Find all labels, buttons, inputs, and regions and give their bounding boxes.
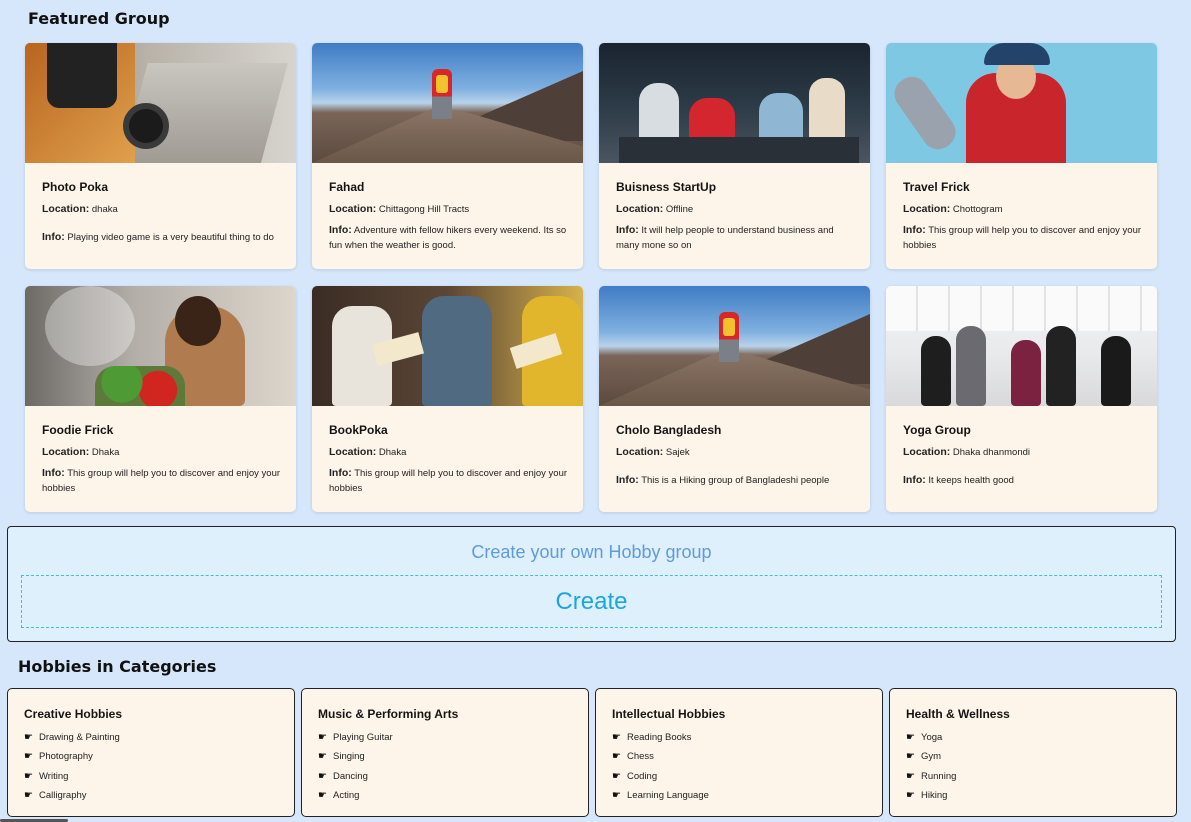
- group-card-buisness-startup[interactable]: Buisness StartUp Location: Offline Info:…: [599, 43, 870, 269]
- create-group-button[interactable]: Create: [21, 575, 1162, 628]
- group-info: Info: This group will help you to discov…: [329, 467, 568, 494]
- pointing-hand-icon: ☛: [906, 770, 915, 782]
- group-name: Buisness StartUp: [616, 180, 717, 194]
- group-name: BookPoka: [329, 423, 388, 437]
- pointing-hand-icon: ☛: [612, 790, 621, 802]
- hobby-item[interactable]: ☛ Singing: [318, 747, 572, 766]
- category-card-music[interactable]: Music & Performing Arts ☛ Playing Guitar …: [301, 688, 589, 817]
- featured-groups-grid: Photo Poka Location: dhaka Info: Playing…: [25, 43, 1158, 512]
- create-group-panel: Create your own Hobby group Create: [7, 526, 1176, 642]
- category-title: Music & Performing Arts: [318, 707, 459, 721]
- group-info: Info: This group will help you to discov…: [42, 467, 281, 494]
- hobby-item[interactable]: ☛ Calligraphy: [24, 786, 278, 805]
- group-location: Location: Sajek: [616, 446, 690, 458]
- hobby-item[interactable]: ☛ Acting: [318, 786, 572, 805]
- pointing-hand-icon: ☛: [318, 790, 327, 802]
- hobbies-categories-grid: Creative Hobbies ☛ Drawing & Painting ☛ Ph…: [7, 688, 1177, 817]
- group-name: Photo Poka: [42, 180, 109, 194]
- hobby-item[interactable]: ☛ Photography: [24, 747, 278, 766]
- category-title: Creative Hobbies: [24, 707, 123, 721]
- category-title: Intellectual Hobbies: [612, 707, 726, 721]
- group-image-reading: [312, 286, 583, 406]
- group-image-hiker: [312, 43, 583, 163]
- pointing-hand-icon: ☛: [318, 751, 327, 763]
- pointing-hand-icon: ☛: [612, 732, 621, 744]
- hobby-item[interactable]: ☛ Gym: [906, 747, 1160, 766]
- pointing-hand-icon: ☛: [906, 751, 915, 763]
- group-location: Location: dhaka: [42, 203, 118, 215]
- group-name: Foodie Frick: [42, 423, 114, 437]
- group-location: Location: Chottogram: [903, 203, 1003, 215]
- group-info: Info: Adventure with fellow hikers every…: [329, 224, 567, 251]
- pointing-hand-icon: ☛: [318, 732, 327, 744]
- hobby-item[interactable]: ☛ Drawing & Painting: [24, 728, 278, 747]
- hobby-item[interactable]: ☛ Chess: [612, 747, 866, 766]
- group-card-cholo-bangladesh[interactable]: Cholo Bangladesh Location: Sajek Info: T…: [599, 286, 870, 512]
- group-image-meeting: [599, 43, 870, 163]
- group-info: Info: This group will help you to discov…: [903, 224, 1142, 251]
- group-card-foodie-frick[interactable]: Foodie Frick Location: Dhaka Info: This …: [25, 286, 296, 512]
- group-location: Location: Dhaka: [329, 446, 407, 458]
- pointing-hand-icon: ☛: [906, 790, 915, 802]
- hobby-item[interactable]: ☛ Dancing: [318, 767, 572, 786]
- group-image-hiker: [599, 286, 870, 406]
- group-location: Location: Dhaka dhanmondi: [903, 446, 1030, 458]
- hobby-item[interactable]: ☛ Coding: [612, 767, 866, 786]
- group-image-cooking: [25, 286, 296, 406]
- group-name: Fahad: [329, 180, 365, 194]
- group-image-photo: [25, 43, 296, 163]
- hobby-item[interactable]: ☛ Running: [906, 767, 1160, 786]
- group-card-fahad[interactable]: Fahad Location: Chittagong Hill Tracts I…: [312, 43, 583, 269]
- featured-group-title: Featured Group: [28, 9, 170, 28]
- group-card-travel-frick[interactable]: Travel Frick Location: Chottogram Info: …: [886, 43, 1157, 269]
- pointing-hand-icon: ☛: [906, 732, 915, 744]
- group-location: Location: Offline: [616, 203, 694, 215]
- group-location: Location: Dhaka: [42, 446, 120, 458]
- group-image-yoga: [886, 286, 1157, 406]
- category-card-creative[interactable]: Creative Hobbies ☛ Drawing & Painting ☛ Ph…: [7, 688, 295, 817]
- group-card-photo-poka[interactable]: Photo Poka Location: dhaka Info: Playing…: [25, 43, 296, 269]
- pointing-hand-icon: ☛: [24, 751, 33, 763]
- hobby-item[interactable]: ☛ Playing Guitar: [318, 728, 572, 747]
- category-title: Health & Wellness: [906, 707, 1010, 721]
- category-card-health[interactable]: Health & Wellness ☛ Yoga ☛ Gym ☛ Running ☛ H…: [889, 688, 1177, 817]
- pointing-hand-icon: ☛: [612, 751, 621, 763]
- group-info: Info: Playing video game is a very beaut…: [42, 231, 274, 243]
- pointing-hand-icon: ☛: [612, 770, 621, 782]
- pointing-hand-icon: ☛: [24, 732, 33, 744]
- hobby-item[interactable]: ☛ Reading Books: [612, 728, 866, 747]
- group-card-bookpoka[interactable]: BookPoka Location: Dhaka Info: This grou…: [312, 286, 583, 512]
- group-name: Cholo Bangladesh: [616, 423, 722, 437]
- group-image-traveler: [886, 43, 1157, 163]
- group-name: Travel Frick: [903, 180, 970, 194]
- create-group-heading: Create your own Hobby group: [471, 542, 712, 562]
- pointing-hand-icon: ☛: [24, 770, 33, 782]
- hobby-item[interactable]: ☛ Yoga: [906, 728, 1160, 747]
- hobbies-categories-title: Hobbies in Categories: [18, 657, 217, 676]
- group-info: Info: This is a Hiking group of Banglade…: [616, 474, 830, 486]
- hobby-item[interactable]: ☛ Writing: [24, 767, 278, 786]
- pointing-hand-icon: ☛: [318, 770, 327, 782]
- group-location: Location: Chittagong Hill Tracts: [329, 203, 470, 215]
- hobby-item[interactable]: ☛ Hiking: [906, 786, 1160, 805]
- hobby-item[interactable]: ☛ Learning Language: [612, 786, 866, 805]
- category-card-intellectual[interactable]: Intellectual Hobbies ☛ Reading Books ☛ Che…: [595, 688, 883, 817]
- group-info: Info: It keeps health good: [903, 474, 1014, 486]
- group-name: Yoga Group: [903, 423, 971, 437]
- group-info: Info: It will help people to understand …: [616, 224, 834, 251]
- group-card-yoga-group[interactable]: Yoga Group Location: Dhaka dhanmondi Inf…: [886, 286, 1157, 512]
- pointing-hand-icon: ☛: [24, 790, 33, 802]
